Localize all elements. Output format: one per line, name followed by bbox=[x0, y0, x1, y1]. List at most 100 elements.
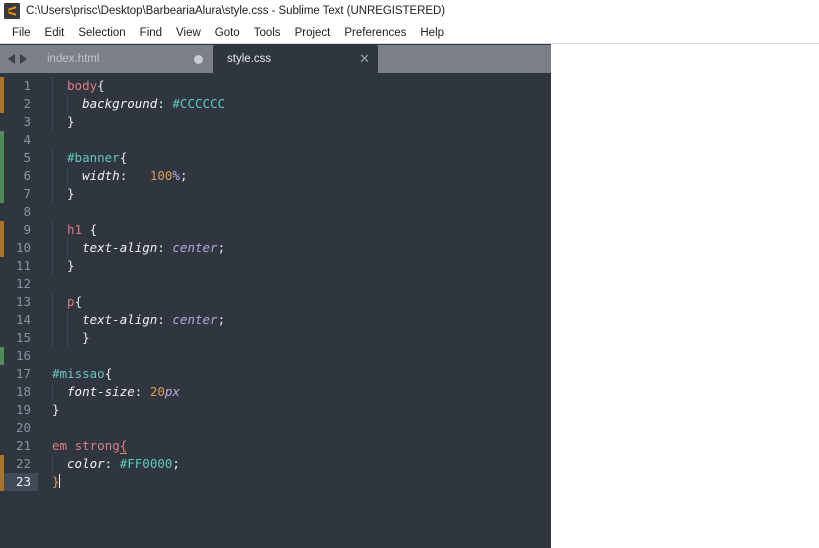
code-line[interactable]: 1 body{ bbox=[0, 77, 551, 95]
menu-item-find[interactable]: Find bbox=[133, 27, 169, 39]
menu-item-edit[interactable]: Edit bbox=[38, 27, 72, 39]
indent-guide bbox=[52, 221, 53, 239]
code-text[interactable]: } bbox=[38, 257, 551, 275]
token-prop: text-align bbox=[82, 312, 158, 327]
code-line[interactable]: 15} bbox=[0, 329, 551, 347]
code-text[interactable] bbox=[38, 131, 551, 149]
code-lines[interactable]: 1 body{2 background: #CCCCCC 3} 4 5 #banner{6 w… bbox=[0, 73, 551, 491]
code-line[interactable]: 18 font-size: 20px bbox=[0, 383, 551, 401]
code-text[interactable]: } bbox=[38, 113, 551, 131]
line-number: 23 bbox=[0, 473, 38, 491]
token-sel: em bbox=[52, 438, 68, 453]
menu-item-selection[interactable]: Selection bbox=[71, 27, 132, 39]
indent-guide bbox=[52, 113, 53, 131]
code-line[interactable]: 21 em strong{ bbox=[0, 437, 551, 455]
token-val: center bbox=[172, 240, 218, 255]
line-number: 7 bbox=[23, 186, 31, 201]
code-text[interactable]: text-align: center; bbox=[38, 311, 551, 329]
token-prop: background bbox=[82, 96, 158, 111]
code-text[interactable]: } bbox=[38, 401, 551, 419]
code-text[interactable] bbox=[38, 347, 551, 365]
code-line[interactable]: 9 h1 { bbox=[0, 221, 551, 239]
code-text[interactable]: text-align: center; bbox=[38, 239, 551, 257]
code-text[interactable] bbox=[38, 275, 551, 293]
menu-item-file[interactable]: File bbox=[5, 27, 38, 39]
line-number: 3 bbox=[23, 114, 31, 129]
line-number: 2 bbox=[23, 96, 31, 111]
indent-guide bbox=[52, 311, 53, 329]
code-line[interactable]: 22 color: #FF0000; bbox=[0, 455, 551, 473]
code-line[interactable]: 13 p{ bbox=[0, 293, 551, 311]
git-gutter-marker-added bbox=[0, 167, 4, 185]
menu-bar: File Edit Selection Find View Goto Tools… bbox=[0, 22, 819, 44]
menu-item-preferences[interactable]: Preferences bbox=[337, 27, 413, 39]
token-punct: : bbox=[157, 240, 165, 255]
indent-guide bbox=[67, 167, 69, 185]
token-punct: } bbox=[67, 258, 75, 273]
indent-guide bbox=[52, 257, 53, 275]
code-text[interactable]: p{ bbox=[38, 293, 551, 311]
code-line[interactable]: 11} bbox=[0, 257, 551, 275]
code-editor[interactable]: 1 body{2 background: #CCCCCC 3} 4 5 #banner{6 w… bbox=[0, 73, 551, 548]
token-id: #banner bbox=[67, 150, 120, 165]
code-line[interactable]: 12 bbox=[0, 275, 551, 293]
tab-style-css[interactable]: style.css ✕ bbox=[213, 45, 378, 73]
code-line[interactable]: 8 bbox=[0, 203, 551, 221]
screen: C:\Users\prisc\Desktop\BarbeariaAlura\st… bbox=[0, 0, 819, 548]
menu-item-view[interactable]: View bbox=[169, 27, 208, 39]
tab-index-html[interactable]: index.html bbox=[33, 45, 213, 73]
code-text[interactable] bbox=[38, 203, 551, 221]
code-line[interactable]: 17 #missao{ bbox=[0, 365, 551, 383]
code-line[interactable]: 6 width: 100%; bbox=[0, 167, 551, 185]
code-line[interactable]: 3} bbox=[0, 113, 551, 131]
arrow-left-icon[interactable] bbox=[8, 54, 15, 64]
code-text[interactable]: color: #FF0000; bbox=[38, 455, 551, 473]
code-text[interactable] bbox=[38, 419, 551, 437]
code-text[interactable]: h1 { bbox=[38, 221, 551, 239]
token-prop: width bbox=[82, 168, 120, 183]
code-text[interactable]: background: #CCCCCC bbox=[38, 95, 551, 113]
text-cursor bbox=[58, 474, 60, 488]
code-text[interactable]: em strong{ bbox=[38, 437, 551, 455]
code-text[interactable]: } bbox=[38, 473, 551, 491]
menu-item-project[interactable]: Project bbox=[288, 27, 338, 39]
tab-bar: index.html style.css ✕ bbox=[0, 45, 551, 73]
code-tokens: } bbox=[52, 258, 75, 273]
code-line[interactable]: 5 #banner{ bbox=[0, 149, 551, 167]
token-prop: text-align bbox=[82, 240, 158, 255]
modified-dot-icon[interactable] bbox=[194, 54, 203, 64]
menu-item-goto[interactable]: Goto bbox=[208, 27, 247, 39]
code-line[interactable]: 19} bbox=[0, 401, 551, 419]
code-line[interactable]: 14 text-align: center; bbox=[0, 311, 551, 329]
arrow-right-icon[interactable] bbox=[20, 54, 27, 64]
indent-guide bbox=[52, 167, 53, 185]
code-line[interactable]: 16 bbox=[0, 347, 551, 365]
code-line[interactable]: 7} bbox=[0, 185, 551, 203]
menu-item-help[interactable]: Help bbox=[413, 27, 451, 39]
code-text[interactable]: width: 100%; bbox=[38, 167, 551, 185]
code-text[interactable]: } bbox=[38, 329, 551, 347]
indent-guide bbox=[52, 239, 53, 257]
code-line[interactable]: 2 background: #CCCCCC bbox=[0, 95, 551, 113]
code-line[interactable]: 4 bbox=[0, 131, 551, 149]
token-punct: } bbox=[67, 114, 75, 129]
code-text[interactable]: #banner{ bbox=[38, 149, 551, 167]
code-text[interactable]: #missao{ bbox=[38, 365, 551, 383]
indent-guide bbox=[67, 329, 69, 347]
code-text[interactable]: body{ bbox=[38, 77, 551, 95]
line-number: 9 bbox=[23, 222, 31, 237]
menu-item-tools[interactable]: Tools bbox=[247, 27, 288, 39]
code-line[interactable]: 10 text-align: center; bbox=[0, 239, 551, 257]
code-text[interactable]: font-size: 20px bbox=[38, 383, 551, 401]
indent-guide bbox=[52, 149, 53, 167]
code-line[interactable]: 20 bbox=[0, 419, 551, 437]
code-tokens: width: 100%; bbox=[52, 168, 187, 183]
line-number: 11 bbox=[15, 258, 31, 273]
code-text[interactable]: } bbox=[38, 185, 551, 203]
close-icon[interactable]: ✕ bbox=[359, 53, 370, 66]
indent-guide bbox=[52, 383, 53, 401]
code-line[interactable]: 23} bbox=[0, 473, 551, 491]
line-number: 1 bbox=[23, 78, 31, 93]
